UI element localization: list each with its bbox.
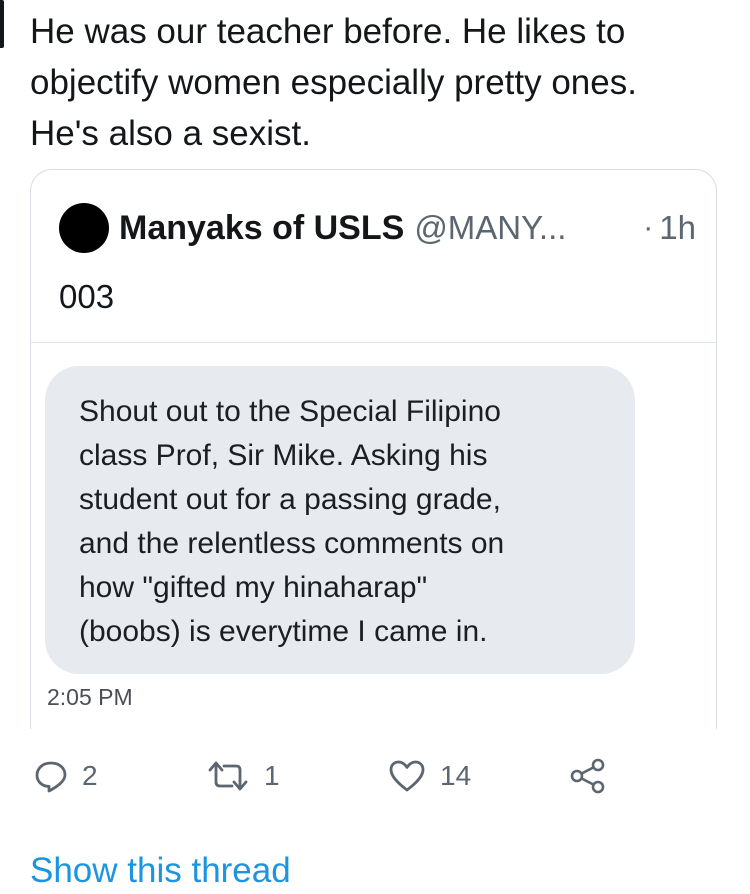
quoted-handle: @MANY... <box>414 209 567 246</box>
reply-icon <box>34 759 68 793</box>
image-message-text: Shout out to the Special Filipino class … <box>79 395 505 648</box>
retweet-icon <box>206 759 250 793</box>
retweet-count: 1 <box>264 760 280 791</box>
reply-button[interactable]: 2 <box>34 748 98 804</box>
tweet-actions: 2 1 14 <box>30 748 630 804</box>
tweet-text: He was our teacher before. He likes to o… <box>30 12 637 153</box>
quoted-timestamp[interactable]: 1h <box>659 209 696 247</box>
thread-line <box>0 0 4 48</box>
like-count: 14 <box>440 760 472 791</box>
quoted-display-name[interactable]: Manyaks of USLS <box>119 209 404 248</box>
quoted-tweet-card[interactable]: Manyaks of USLS @MANY... · 1h 003 Shout … <box>30 169 717 729</box>
show-thread-link[interactable]: Show this thread <box>30 851 291 891</box>
heart-icon <box>388 759 426 793</box>
like-button[interactable]: 14 <box>388 748 471 804</box>
reply-count: 2 <box>82 760 98 791</box>
share-icon <box>568 756 608 796</box>
quoted-tweet-header: Manyaks of USLS @MANY... · 1h <box>59 198 696 258</box>
attached-image[interactable]: Shout out to the Special Filipino class … <box>45 366 635 674</box>
avatar[interactable] <box>59 203 109 253</box>
image-timestamp: 2:05 PM <box>47 684 133 710</box>
divider <box>31 342 716 343</box>
quoted-tweet-text: 003 <box>59 278 115 315</box>
separator-dot: · <box>643 211 654 244</box>
share-button[interactable] <box>568 748 608 804</box>
retweet-button[interactable]: 1 <box>206 748 280 804</box>
